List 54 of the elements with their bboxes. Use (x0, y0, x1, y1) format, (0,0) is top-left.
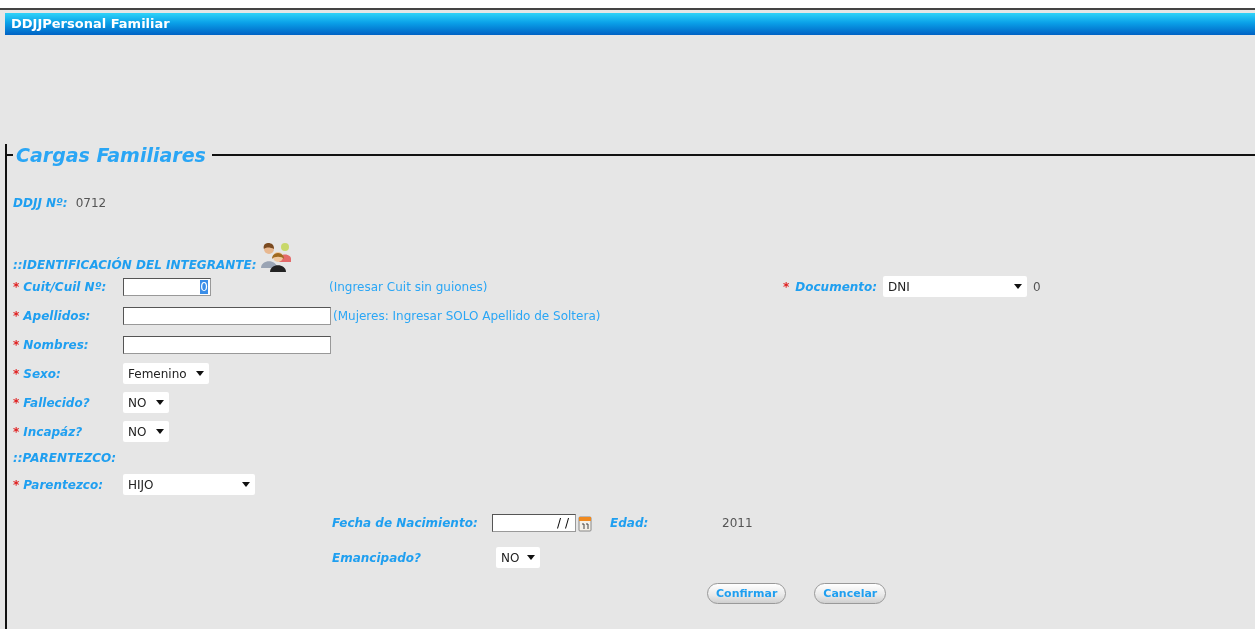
field-value: 2011 (722, 515, 753, 530)
dropdown[interactable]: HIJO (123, 474, 255, 495)
field-label: Cuit/Cuil Nº: (23, 279, 107, 294)
caret-icon (1014, 284, 1023, 289)
field-label: Edad: (610, 515, 650, 530)
field-label: Apellidos: (23, 308, 91, 323)
caret-icon (156, 400, 164, 405)
dropdown[interactable]: NO (123, 392, 169, 413)
dropdown[interactable]: DNI (883, 276, 1028, 297)
field-label: Documento: (795, 279, 878, 294)
section-legend: Cargas Familiares (13, 144, 212, 166)
required-mark: * (13, 308, 20, 323)
required-mark: * (13, 395, 20, 410)
caret-icon (242, 482, 250, 487)
dropdown-value: DNI (888, 279, 910, 294)
field-label: Emancipado? (332, 550, 423, 565)
field-value: 0712 (75, 196, 107, 210)
required-mark: * (13, 424, 20, 439)
dropdown[interactable]: NO (496, 547, 540, 568)
field-value: 0 (1033, 279, 1041, 294)
caret-icon (156, 429, 164, 434)
dropdown-value: NO (128, 395, 147, 410)
dropdown-value: NO (501, 550, 520, 565)
field-label: Parentezco: (23, 477, 104, 492)
field-label: Sexo: (23, 366, 61, 381)
caret-icon (196, 371, 204, 376)
hint-text: (Mujeres: Ingresar SOLO Apellido de Soltera) (333, 308, 601, 323)
text-field[interactable] (123, 306, 331, 325)
field-label: Fecha de Nacimiento: (332, 515, 479, 530)
date-field[interactable]: / / (492, 513, 576, 532)
field-label: DDJJ Nº: (13, 196, 68, 210)
window-title: DDJJPersonal Familiar (5, 13, 1255, 35)
dropdown[interactable]: Femenino (123, 363, 209, 384)
field-value: 0 (200, 279, 208, 294)
people-icon (260, 240, 293, 272)
dropdown-value: NO (128, 424, 147, 439)
field-label: Fallecido? (23, 395, 90, 410)
text-field[interactable] (123, 335, 331, 354)
required-mark: * (13, 337, 20, 352)
dropdown[interactable]: NO (123, 421, 169, 442)
field-label: Nombres: (23, 337, 89, 352)
required-mark: * (13, 279, 20, 294)
section-heading: ::IDENTIFICACIÓN DEL INTEGRANTE: (13, 258, 257, 272)
calendar-icon (578, 513, 592, 532)
field-label: Incapáz? (23, 424, 83, 439)
required-mark: * (13, 477, 20, 492)
field-value: / / (557, 515, 569, 530)
section-heading: ::PARENTEZCO: (13, 451, 116, 465)
required-mark: * (783, 279, 790, 294)
dropdown-value: Femenino (128, 366, 187, 381)
required-mark: * (13, 366, 20, 381)
dropdown-value: HIJO (128, 477, 154, 492)
hint-text: (Ingresar Cuit sin guiones) (329, 279, 488, 294)
caret-icon (527, 555, 535, 560)
